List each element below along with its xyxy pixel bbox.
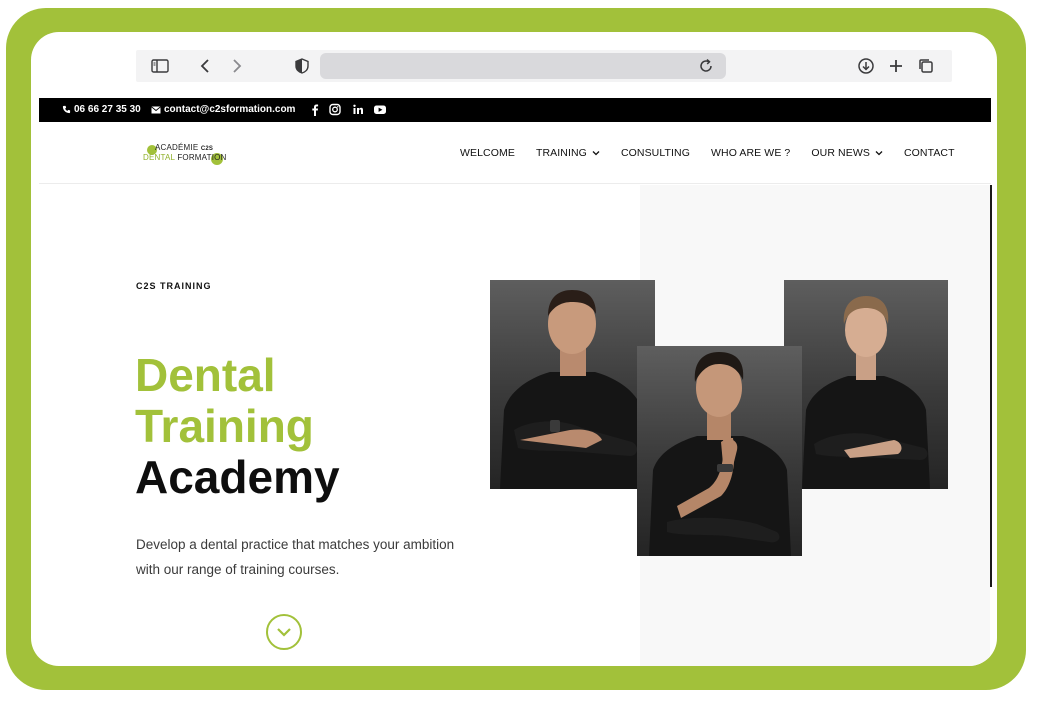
nav-label: WELCOME xyxy=(460,147,515,159)
phone-icon xyxy=(62,105,71,114)
nav-item-training[interactable]: TRAINING xyxy=(536,147,600,159)
scroll-down-button[interactable] xyxy=(266,614,302,650)
chevron-down-icon xyxy=(592,151,600,156)
hero-eyebrow: C2S TRAINING xyxy=(136,281,212,291)
linkedin-icon[interactable] xyxy=(352,103,364,116)
top-info-bar: 06 66 27 35 30 contact@c2sformation.com xyxy=(39,98,991,122)
chevron-down-icon xyxy=(277,628,291,637)
headline-line-3: Academy xyxy=(135,451,340,503)
tabs-overview-icon[interactable] xyxy=(916,56,936,76)
browser-screen: 06 66 27 35 30 contact@c2sformation.com … xyxy=(31,32,997,666)
nav-label: CONSULTING xyxy=(620,147,690,159)
nav-label: OUR NEWS xyxy=(811,147,870,159)
download-icon[interactable] xyxy=(856,56,876,76)
chevron-down-icon xyxy=(875,151,883,156)
site-logo[interactable]: ACADÉMIE C2S DENTAL FORMATION xyxy=(143,142,227,166)
forward-icon[interactable] xyxy=(226,56,246,76)
nav-item-welcome[interactable]: WELCOME xyxy=(460,147,515,159)
headline-line-2: Training xyxy=(135,400,314,452)
facebook-icon[interactable] xyxy=(309,103,321,116)
headline-line-1: Dental xyxy=(135,349,276,401)
team-photo-1 xyxy=(490,280,655,489)
logo-text-line2: DENTAL FORMATION xyxy=(143,153,227,162)
panel-edge xyxy=(990,185,992,587)
phone-link[interactable]: 06 66 27 35 30 xyxy=(62,104,141,115)
nav-label: CONTACT xyxy=(903,147,955,159)
nav-label: TRAINING xyxy=(535,147,587,159)
nav-item-our-news[interactable]: OUR NEWS xyxy=(811,147,883,159)
sidebar-icon[interactable] xyxy=(150,56,170,76)
instagram-icon[interactable] xyxy=(329,103,341,116)
browser-toolbar xyxy=(136,50,952,82)
phone-number: 06 66 27 35 30 xyxy=(74,104,141,115)
back-icon[interactable] xyxy=(196,56,216,76)
site-header: ACADÉMIE C2S DENTAL FORMATION WELCOME TR… xyxy=(39,122,991,184)
hero-description: Develop a dental practice that matches y… xyxy=(136,537,455,577)
youtube-icon[interactable] xyxy=(373,103,387,116)
nav-item-who-are-we[interactable]: WHO ARE WE ? xyxy=(711,147,790,159)
email-link[interactable]: contact@c2sformation.com xyxy=(151,104,295,115)
team-photo-3 xyxy=(784,280,948,489)
new-tab-icon[interactable] xyxy=(886,56,906,76)
logo-text-line1: ACADÉMIE C2S xyxy=(155,143,214,152)
email-address: contact@c2sformation.com xyxy=(164,104,296,115)
shield-icon[interactable] xyxy=(292,56,312,76)
nav-item-consulting[interactable]: CONSULTING xyxy=(621,147,690,159)
hero-headline: Dental Training Academy xyxy=(135,350,340,503)
main-nav: WELCOME TRAINING CONSULTING WHO ARE WE ?… xyxy=(460,147,976,159)
nav-item-contact[interactable]: CONTACT xyxy=(904,147,955,159)
nav-label: WHO ARE WE ? xyxy=(711,147,791,159)
envelope-icon xyxy=(151,105,161,113)
reload-icon[interactable] xyxy=(696,56,716,76)
team-photo-2 xyxy=(637,346,802,556)
address-bar[interactable] xyxy=(320,53,726,79)
